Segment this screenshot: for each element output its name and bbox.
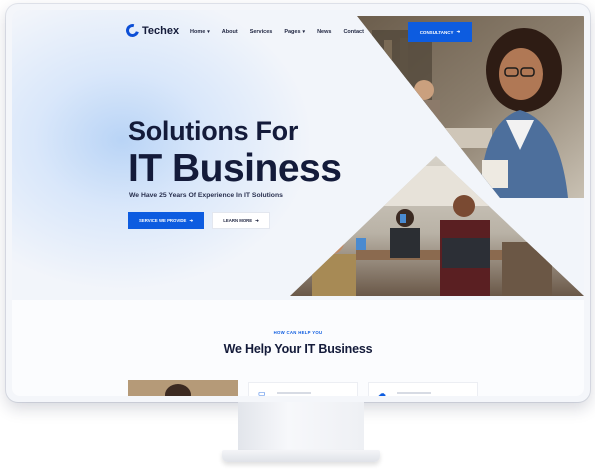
logo-mark-icon <box>123 21 142 40</box>
website-screen: Techex Home ▾ About Services Pages ▾ News … <box>12 10 584 396</box>
nav-item-about[interactable]: About <box>222 29 238 35</box>
service-we-provide-button[interactable]: SERVICE WE PROVIDE ➜ <box>128 212 204 229</box>
section-title: We Help Your IT Business <box>223 342 373 356</box>
hero-photo-collage <box>290 16 584 296</box>
photo-woman-with-glasses <box>357 16 584 198</box>
hero-title-line1: Solutions For <box>128 116 299 146</box>
arrow-right-icon: ➜ <box>255 217 259 223</box>
nav-item-news[interactable]: News <box>317 29 331 35</box>
main-nav: Home ▾ About Services Pages ▾ News Contact <box>190 29 364 35</box>
person-photo <box>165 384 191 396</box>
service-card-photo[interactable] <box>128 380 238 396</box>
arrow-right-icon: ➜ <box>456 29 461 34</box>
learn-more-button[interactable]: LEARN MORE ➜ <box>212 212 270 229</box>
arrow-right-icon: ➜ <box>189 217 194 223</box>
learn-more-label: LEARN MORE <box>223 218 253 223</box>
logo-text: Techex <box>142 24 180 37</box>
techex-logo[interactable]: Techex <box>123 21 180 40</box>
cloud-icon: ☁ <box>378 389 386 396</box>
consultancy-button-label: CONSULTANCY <box>419 29 454 35</box>
nav-item-pages-label: Pages <box>284 29 301 35</box>
hero-subtitle: We Have 25 Years Of Experience In IT Sol… <box>129 192 283 199</box>
card-title-placeholder <box>277 392 311 394</box>
service-card-3[interactable]: ☁ <box>368 382 478 396</box>
section-eyebrow: HOW CAN HELP YOU <box>273 330 323 335</box>
monitor-stand-neck <box>238 402 364 450</box>
chevron-down-icon: ▾ <box>302 29 306 35</box>
monitor-stand-base <box>222 450 380 462</box>
service-card-2[interactable]: ▭ <box>248 382 358 396</box>
consultancy-button[interactable]: CONSULTANCY ➜ <box>408 22 472 42</box>
hero-title-line2: IT Business <box>128 147 342 190</box>
monitor-icon: ▭ <box>258 389 266 396</box>
nav-item-services[interactable]: Services <box>250 29 273 35</box>
service-button-label: SERVICE WE PROVIDE <box>138 218 187 223</box>
nav-item-home-label: Home <box>190 29 206 35</box>
chevron-down-icon: ▾ <box>207 29 210 35</box>
nav-item-home[interactable]: Home ▾ <box>190 29 210 35</box>
monitor-frame: Techex Home ▾ About Services Pages ▾ News … <box>6 4 590 402</box>
nav-item-pages[interactable]: Pages ▾ <box>284 29 305 35</box>
card-title-placeholder <box>397 392 431 394</box>
nav-item-contact[interactable]: Contact <box>343 29 363 35</box>
